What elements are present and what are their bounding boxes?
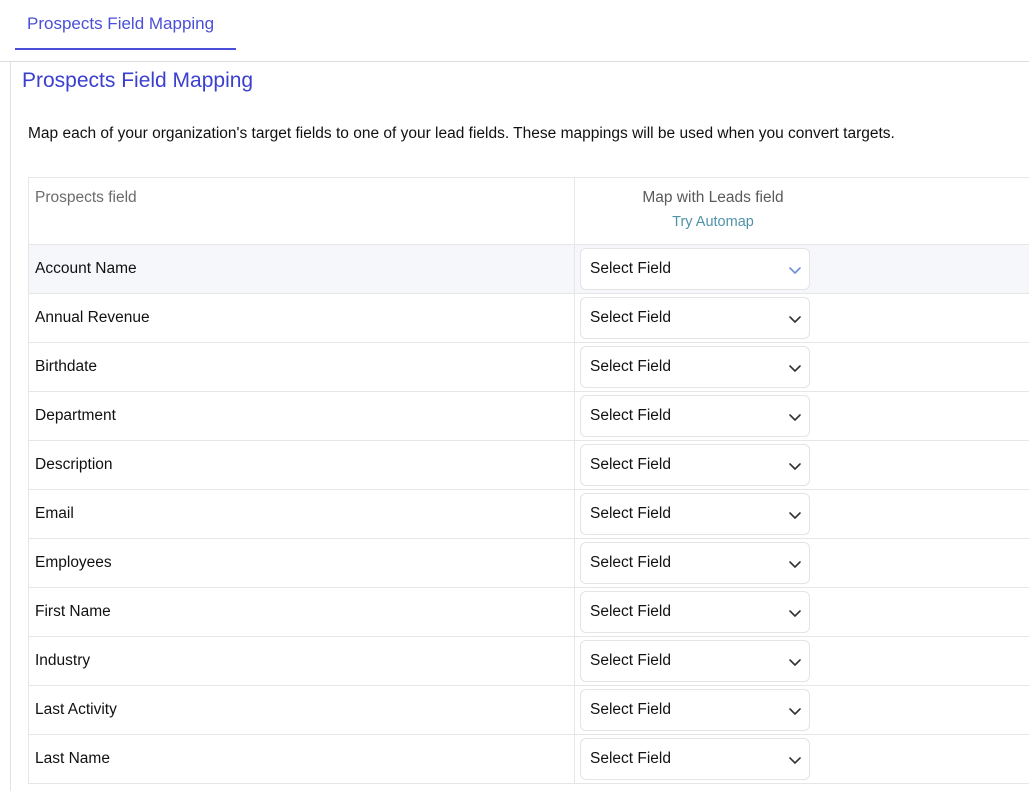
leads-field-select[interactable]: Select Field [580, 689, 810, 731]
leads-field-select[interactable]: Select Field [580, 640, 810, 682]
column-divider [574, 490, 575, 538]
chevron-down-icon [789, 414, 801, 421]
table-row: Industry Select Field [29, 637, 1029, 686]
main-panel: Prospects Field Mapping Map each of your… [10, 62, 1029, 791]
table-row: First Name Select Field [29, 588, 1029, 637]
select-value: Select Field [590, 358, 671, 375]
chevron-down-icon [789, 512, 801, 519]
column-divider [574, 245, 575, 293]
select-value: Select Field [590, 652, 671, 669]
tab-bar: Prospects Field Mapping [0, 0, 1029, 62]
leads-field-select[interactable]: Select Field [580, 248, 810, 290]
chevron-down-icon [789, 659, 801, 666]
column-divider [574, 637, 575, 685]
select-value: Select Field [590, 554, 671, 571]
leads-field-select[interactable]: Select Field [580, 493, 810, 535]
chevron-down-icon [789, 561, 801, 568]
select-value: Select Field [590, 750, 671, 767]
table-row: Employees Select Field [29, 539, 1029, 588]
prospects-field-label: Account Name [35, 260, 137, 277]
page-title: Prospects Field Mapping [22, 69, 254, 92]
tab-prospects-field-mapping[interactable]: Prospects Field Mapping [15, 0, 236, 50]
prospects-field-label: Annual Revenue [35, 309, 150, 326]
header-leads-field: Map with Leads field Try Automap [575, 178, 851, 230]
column-divider [574, 343, 575, 391]
chevron-down-icon [789, 708, 801, 715]
prospects-field-label: Last Activity [35, 701, 117, 718]
prospects-field-label: Email [35, 505, 74, 522]
chevron-down-icon [789, 610, 801, 617]
chevron-down-icon [789, 757, 801, 764]
header-prospects-field: Prospects field [35, 189, 137, 206]
chevron-down-icon [789, 267, 801, 274]
table-row: Last Activity Select Field [29, 686, 1029, 735]
table-row: Birthdate Select Field [29, 343, 1029, 392]
table-row: Last Name Select Field [29, 735, 1029, 784]
leads-field-select[interactable]: Select Field [580, 444, 810, 486]
table-body: Account Name Select Field Annual Revenue Se… [29, 245, 1029, 784]
column-divider [574, 539, 575, 587]
prospects-field-label: First Name [35, 603, 111, 620]
table-row: Description Select Field [29, 441, 1029, 490]
header-leads-field-label: Map with Leads field [642, 189, 784, 206]
leads-field-select[interactable]: Select Field [580, 738, 810, 780]
select-value: Select Field [590, 456, 671, 473]
table-row: Annual Revenue Select Field [29, 294, 1029, 343]
column-divider [574, 735, 575, 783]
prospects-field-label: Department [35, 407, 116, 424]
prospects-field-label: Last Name [35, 750, 110, 767]
leads-field-select[interactable]: Select Field [580, 542, 810, 584]
table-row: Email Select Field [29, 490, 1029, 539]
column-divider [574, 588, 575, 636]
select-value: Select Field [590, 701, 671, 718]
leads-field-select[interactable]: Select Field [580, 297, 810, 339]
leads-field-select[interactable]: Select Field [580, 395, 810, 437]
select-value: Select Field [590, 407, 671, 424]
select-value: Select Field [590, 260, 671, 277]
prospects-field-label: Industry [35, 652, 91, 669]
table-header: Prospects field Map with Leads field Try… [29, 178, 1029, 245]
column-divider [574, 294, 575, 342]
column-divider [574, 441, 575, 489]
chevron-down-icon [789, 365, 801, 372]
prospects-field-label: Description [35, 456, 113, 473]
column-divider [574, 686, 575, 734]
leads-field-select[interactable]: Select Field [580, 591, 810, 633]
select-value: Select Field [590, 505, 671, 522]
select-value: Select Field [590, 309, 671, 326]
leads-field-select[interactable]: Select Field [580, 346, 810, 388]
prospects-field-label: Birthdate [35, 358, 98, 375]
prospects-field-label: Employees [35, 554, 112, 571]
try-automap-link[interactable]: Try Automap [575, 214, 851, 230]
chevron-down-icon [789, 316, 801, 323]
column-divider [574, 392, 575, 440]
table-row: Department Select Field [29, 392, 1029, 441]
field-mapping-table: Prospects field Map with Leads field Try… [28, 177, 1029, 784]
table-row: Account Name Select Field [29, 245, 1029, 294]
select-value: Select Field [590, 603, 671, 620]
page-description: Map each of your organization's target f… [28, 125, 895, 142]
chevron-down-icon [789, 463, 801, 470]
